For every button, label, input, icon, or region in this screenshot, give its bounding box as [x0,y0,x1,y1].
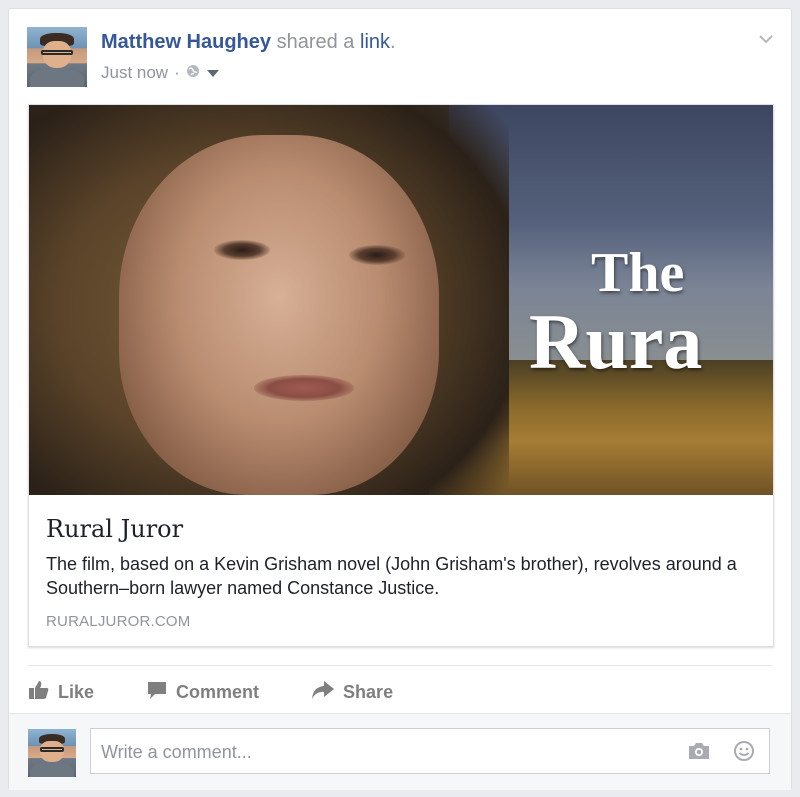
commenter-avatar[interactable] [28,729,76,777]
comment-label: Comment [176,681,260,702]
actions-divider [28,665,772,666]
image-title-line1: The [591,242,685,304]
action-end: . [390,31,396,53]
author-avatar[interactable] [27,27,87,87]
portrait-mouth [254,375,354,401]
link-preview-image[interactable]: The Rura [29,105,773,495]
globe-icon [186,63,200,83]
share-button[interactable]: Share [311,680,393,705]
post-card: Matthew Haughey shared a link. Just now … [8,8,792,790]
comment-box[interactable] [90,728,770,774]
post-header: Matthew Haughey shared a link. [101,31,396,54]
link-title[interactable]: Rural Juror [46,515,183,543]
comment-input[interactable] [99,739,663,765]
caret-down-icon[interactable] [206,63,220,83]
post-meta: Just now · [101,63,220,83]
share-arrow-icon [311,680,335,705]
image-title-overlay: The Rura [529,245,702,381]
portrait-face [119,135,439,495]
thumbs-up-icon [28,680,50,705]
author-name[interactable]: Matthew Haughey [101,31,271,53]
portrait-eye-right [349,245,405,265]
link-description: The film, based on a Kevin Grisham novel… [46,554,737,598]
action-bar: Like Comment Share [28,677,445,707]
meta-separator: · [174,63,180,82]
like-button[interactable]: Like [28,680,94,705]
image-title-line2: Rura [529,298,703,385]
camera-icon[interactable] [687,741,711,766]
speech-bubble-icon [146,680,168,705]
timestamp[interactable]: Just now [101,63,168,83]
comment-section [9,713,791,790]
chevron-down-icon[interactable] [759,31,773,45]
link-preview[interactable]: The Rura Rural Juror The film, based on … [28,104,774,647]
link-domain: RURALJUROR.COM [46,613,191,630]
action-text: shared a [276,31,355,53]
comment-button[interactable]: Comment [146,680,259,705]
portrait-eye-left [214,240,270,260]
share-label: Share [343,681,394,702]
smiley-icon[interactable] [733,740,755,767]
link-word[interactable]: link [360,31,390,53]
like-label: Like [58,681,95,702]
